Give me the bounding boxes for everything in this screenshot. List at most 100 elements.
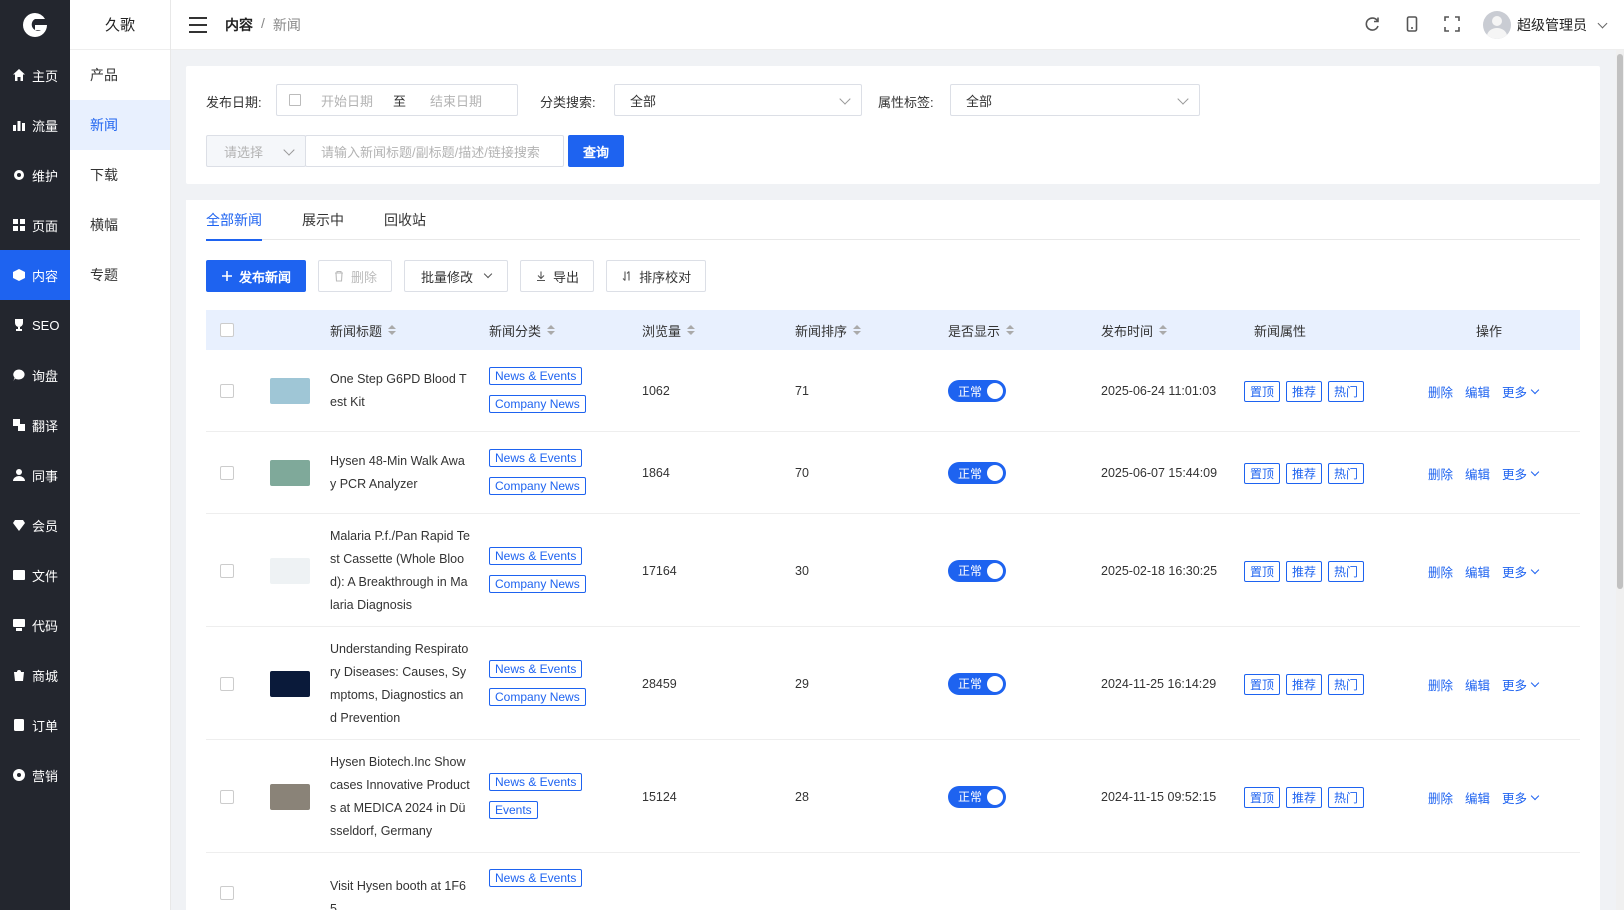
date-range-picker[interactable]: 开始日期 至 结束日期 [276, 84, 518, 116]
menu-toggle-icon[interactable] [189, 16, 207, 33]
news-title[interactable]: Visit Hysen booth at 1F65 [330, 875, 470, 910]
attr-top-tag[interactable]: 置顶 [1244, 673, 1281, 695]
batch-edit-button[interactable]: 批量修改 [404, 260, 509, 292]
row-delete-link[interactable]: 删除 [1428, 562, 1453, 581]
row-edit-link[interactable]: 编辑 [1465, 675, 1490, 694]
attr-hot-tag[interactable]: 热门 [1328, 463, 1365, 484]
attr-top-tag[interactable]: 置顶 [1244, 381, 1281, 402]
attr-recommend-tag[interactable]: 推荐 [1286, 673, 1323, 695]
row-more-dropdown[interactable]: 更多 [1502, 675, 1540, 694]
row-more-dropdown[interactable]: 更多 [1502, 382, 1540, 401]
attr-hot-tag[interactable]: 热门 [1328, 560, 1365, 582]
row-more-dropdown[interactable]: 更多 [1502, 788, 1540, 807]
publish-news-button[interactable]: 发布新闻 [206, 260, 307, 292]
row-checkbox[interactable] [220, 466, 234, 480]
rail-item-5[interactable]: SEO [0, 300, 70, 350]
row-edit-link[interactable]: 编辑 [1465, 788, 1490, 807]
news-order[interactable]: 70 [795, 466, 809, 480]
attr-top-tag[interactable]: 置顶 [1244, 786, 1281, 808]
rail-item-4[interactable]: 内容 [0, 250, 70, 300]
tab-all-news[interactable]: 全部新闻 [206, 200, 262, 241]
sort-check-button[interactable]: 排序校对 [606, 260, 707, 292]
news-order[interactable]: 29 [795, 677, 809, 691]
row-edit-link[interactable]: 编辑 [1465, 382, 1490, 401]
attr-top-tag[interactable]: 置顶 [1244, 560, 1281, 582]
rail-item-2[interactable]: 维护 [0, 150, 70, 200]
attr-hot-tag[interactable]: 热门 [1328, 381, 1365, 402]
page-scrollbar[interactable] [1616, 50, 1624, 910]
row-delete-link[interactable]: 删除 [1428, 788, 1453, 807]
row-checkbox[interactable] [220, 384, 234, 398]
row-delete-link[interactable]: 删除 [1428, 464, 1453, 483]
rail-item-12[interactable]: 商城 [0, 650, 70, 700]
news-title[interactable]: Malaria P.f./Pan Rapid Test Cassette (Wh… [330, 525, 470, 617]
col-views[interactable]: 浏览量 [642, 321, 696, 340]
submenu-item-3[interactable]: 横幅 [70, 200, 170, 250]
news-title[interactable]: One Step G6PD Blood Test Kit [330, 368, 470, 414]
display-toggle[interactable]: 正常 [948, 672, 1006, 695]
rail-item-9[interactable]: 会员 [0, 500, 70, 550]
breadcrumb-content[interactable]: 内容 [225, 15, 253, 35]
attr-recommend-tag[interactable]: 推荐 [1286, 463, 1323, 484]
search-field-select[interactable]: 请选择 [206, 135, 306, 167]
app-logo[interactable] [0, 0, 70, 50]
news-title[interactable]: Hysen Biotech.Inc Showcases Innovative P… [330, 751, 470, 843]
row-checkbox[interactable] [220, 563, 234, 578]
row-checkbox[interactable] [220, 676, 234, 691]
refresh-icon[interactable] [1363, 15, 1381, 36]
display-toggle[interactable]: 正常 [948, 462, 1006, 484]
news-order[interactable]: 28 [795, 790, 809, 804]
display-toggle[interactable]: 正常 [948, 559, 1006, 582]
end-date-input[interactable]: 结束日期 [430, 91, 482, 110]
attr-recommend-tag[interactable]: 推荐 [1286, 381, 1323, 402]
rail-item-3[interactable]: 页面 [0, 200, 70, 250]
submenu-item-0[interactable]: 产品 [70, 50, 170, 100]
rail-item-10[interactable]: 文件 [0, 550, 70, 600]
rail-item-14[interactable]: 营销 [0, 750, 70, 800]
news-order[interactable]: 71 [795, 384, 809, 398]
attr-recommend-tag[interactable]: 推荐 [1286, 786, 1323, 808]
row-checkbox[interactable] [220, 886, 234, 900]
row-delete-link[interactable]: 删除 [1428, 382, 1453, 401]
attr-recommend-tag[interactable]: 推荐 [1286, 560, 1323, 582]
attr-select[interactable]: 全部 [950, 84, 1200, 116]
export-button[interactable]: 导出 [520, 260, 595, 292]
rail-item-13[interactable]: 订单 [0, 700, 70, 750]
fullscreen-icon[interactable] [1443, 15, 1461, 36]
mobile-preview-icon[interactable] [1403, 15, 1421, 36]
row-more-dropdown[interactable]: 更多 [1502, 562, 1540, 581]
news-order[interactable]: 30 [795, 564, 809, 578]
row-checkbox[interactable] [220, 789, 234, 804]
news-title[interactable]: Understanding Respiratory Diseases: Caus… [330, 638, 470, 730]
search-input[interactable]: 请输入新闻标题/副标题/描述/链接搜索 [305, 135, 564, 167]
news-title[interactable]: Hysen 48-Min Walk Away PCR Analyzer [330, 450, 470, 496]
rail-item-0[interactable]: 主页 [0, 50, 70, 100]
display-toggle[interactable]: 正常 [948, 380, 1006, 402]
rail-item-1[interactable]: 流量 [0, 100, 70, 150]
submenu-item-4[interactable]: 专题 [70, 250, 170, 300]
tab-showing[interactable]: 展示中 [302, 200, 344, 240]
col-order[interactable]: 新闻排序 [795, 321, 862, 340]
attr-hot-tag[interactable]: 热门 [1328, 673, 1365, 695]
attr-top-tag[interactable]: 置顶 [1244, 463, 1281, 484]
submenu-item-1[interactable]: 新闻 [70, 100, 170, 150]
rail-item-6[interactable]: 询盘 [0, 350, 70, 400]
attr-hot-tag[interactable]: 热门 [1328, 786, 1365, 808]
col-title[interactable]: 新闻标题 [330, 321, 397, 340]
col-time[interactable]: 发布时间 [1101, 321, 1168, 340]
row-delete-link[interactable]: 删除 [1428, 675, 1453, 694]
row-edit-link[interactable]: 编辑 [1465, 464, 1490, 483]
submenu-item-2[interactable]: 下载 [70, 150, 170, 200]
row-edit-link[interactable]: 编辑 [1465, 562, 1490, 581]
rail-item-11[interactable]: 代码 [0, 600, 70, 650]
col-display[interactable]: 是否显示 [948, 321, 1015, 340]
row-more-dropdown[interactable]: 更多 [1502, 464, 1540, 483]
col-category[interactable]: 新闻分类 [489, 321, 556, 340]
category-select[interactable]: 全部 [614, 84, 862, 116]
delete-button[interactable]: 删除 [318, 260, 393, 292]
query-button[interactable]: 查询 [568, 135, 624, 167]
rail-item-8[interactable]: 同事 [0, 450, 70, 500]
rail-item-7[interactable]: 翻译 [0, 400, 70, 450]
start-date-input[interactable]: 开始日期 [321, 91, 373, 110]
tab-recycle-bin[interactable]: 回收站 [384, 200, 426, 240]
